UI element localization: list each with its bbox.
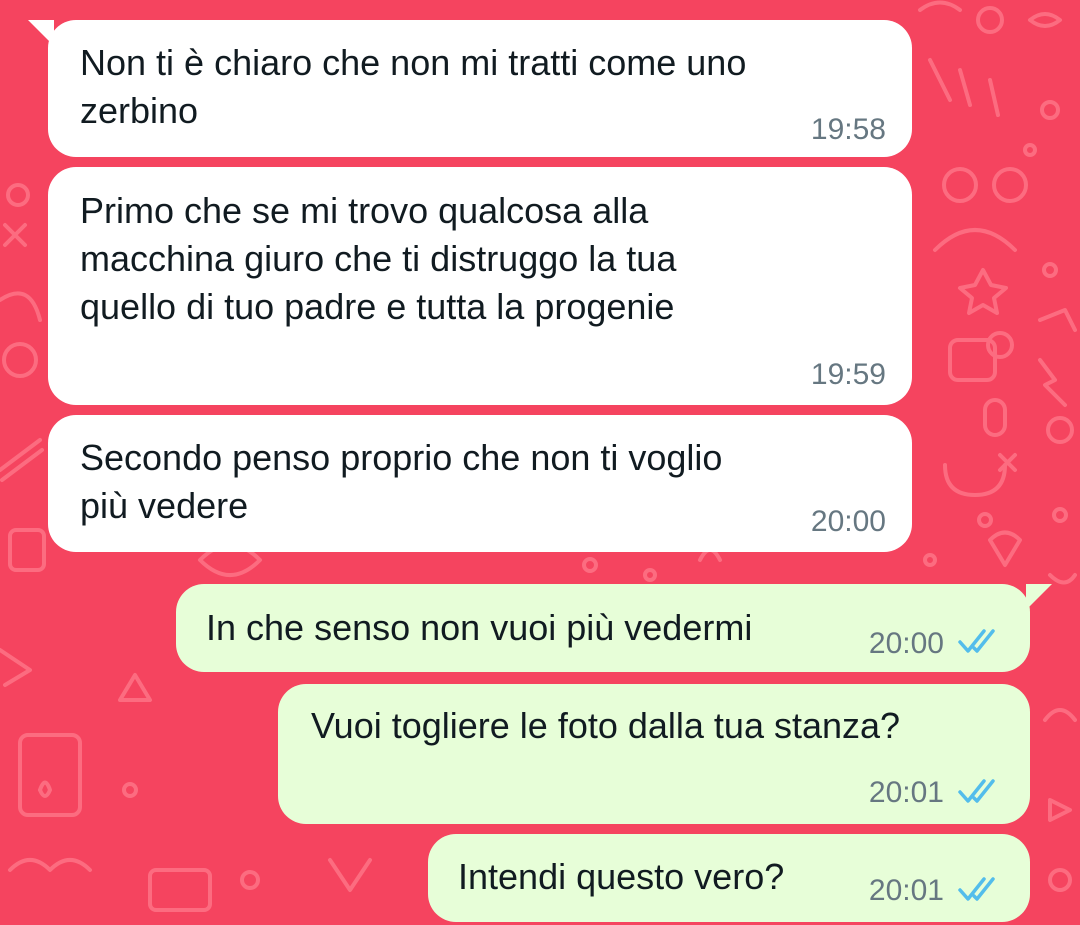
message-timestamp: 20:00 (868, 627, 944, 660)
message-timestamp: 20:01 (868, 874, 944, 907)
bubble-tail (1026, 584, 1052, 610)
bubble-tail (28, 20, 54, 46)
double-check-read-icon (958, 629, 995, 653)
double-check-read-icon (958, 779, 995, 803)
message-timestamp: 20:01 (868, 776, 944, 809)
incoming-message[interactable]: Secondo penso proprio che non ti voglio … (48, 415, 912, 552)
double-check-read-icon (958, 877, 995, 901)
message-text: Vuoi togliere le foto dalla tua stanza? (311, 705, 901, 746)
outgoing-message[interactable]: Vuoi togliere le foto dalla tua stanza? … (278, 684, 1030, 824)
message-text: Secondo penso proprio che non ti voglio … (80, 437, 723, 526)
message-timestamp: 19:58 (810, 113, 886, 146)
message-text: Primo che se mi trovo qualcosa alla macc… (80, 190, 677, 327)
message-text: Non ti è chiaro che non mi tratti come u… (80, 42, 747, 131)
message-text: In che senso non vuoi più vedermi (206, 607, 753, 648)
incoming-message[interactable]: Primo che se mi trovo qualcosa alla macc… (48, 167, 912, 405)
message-timestamp: 19:59 (810, 358, 886, 391)
incoming-message[interactable]: Non ti è chiaro che non mi tratti come u… (28, 20, 912, 157)
message-timestamp: 20:00 (810, 505, 886, 538)
message-text: Intendi questo vero? (458, 856, 785, 897)
outgoing-message[interactable]: Intendi questo vero? 20:01 (428, 834, 1030, 922)
outgoing-message[interactable]: In che senso non vuoi più vedermi 20:00 (176, 584, 1052, 672)
